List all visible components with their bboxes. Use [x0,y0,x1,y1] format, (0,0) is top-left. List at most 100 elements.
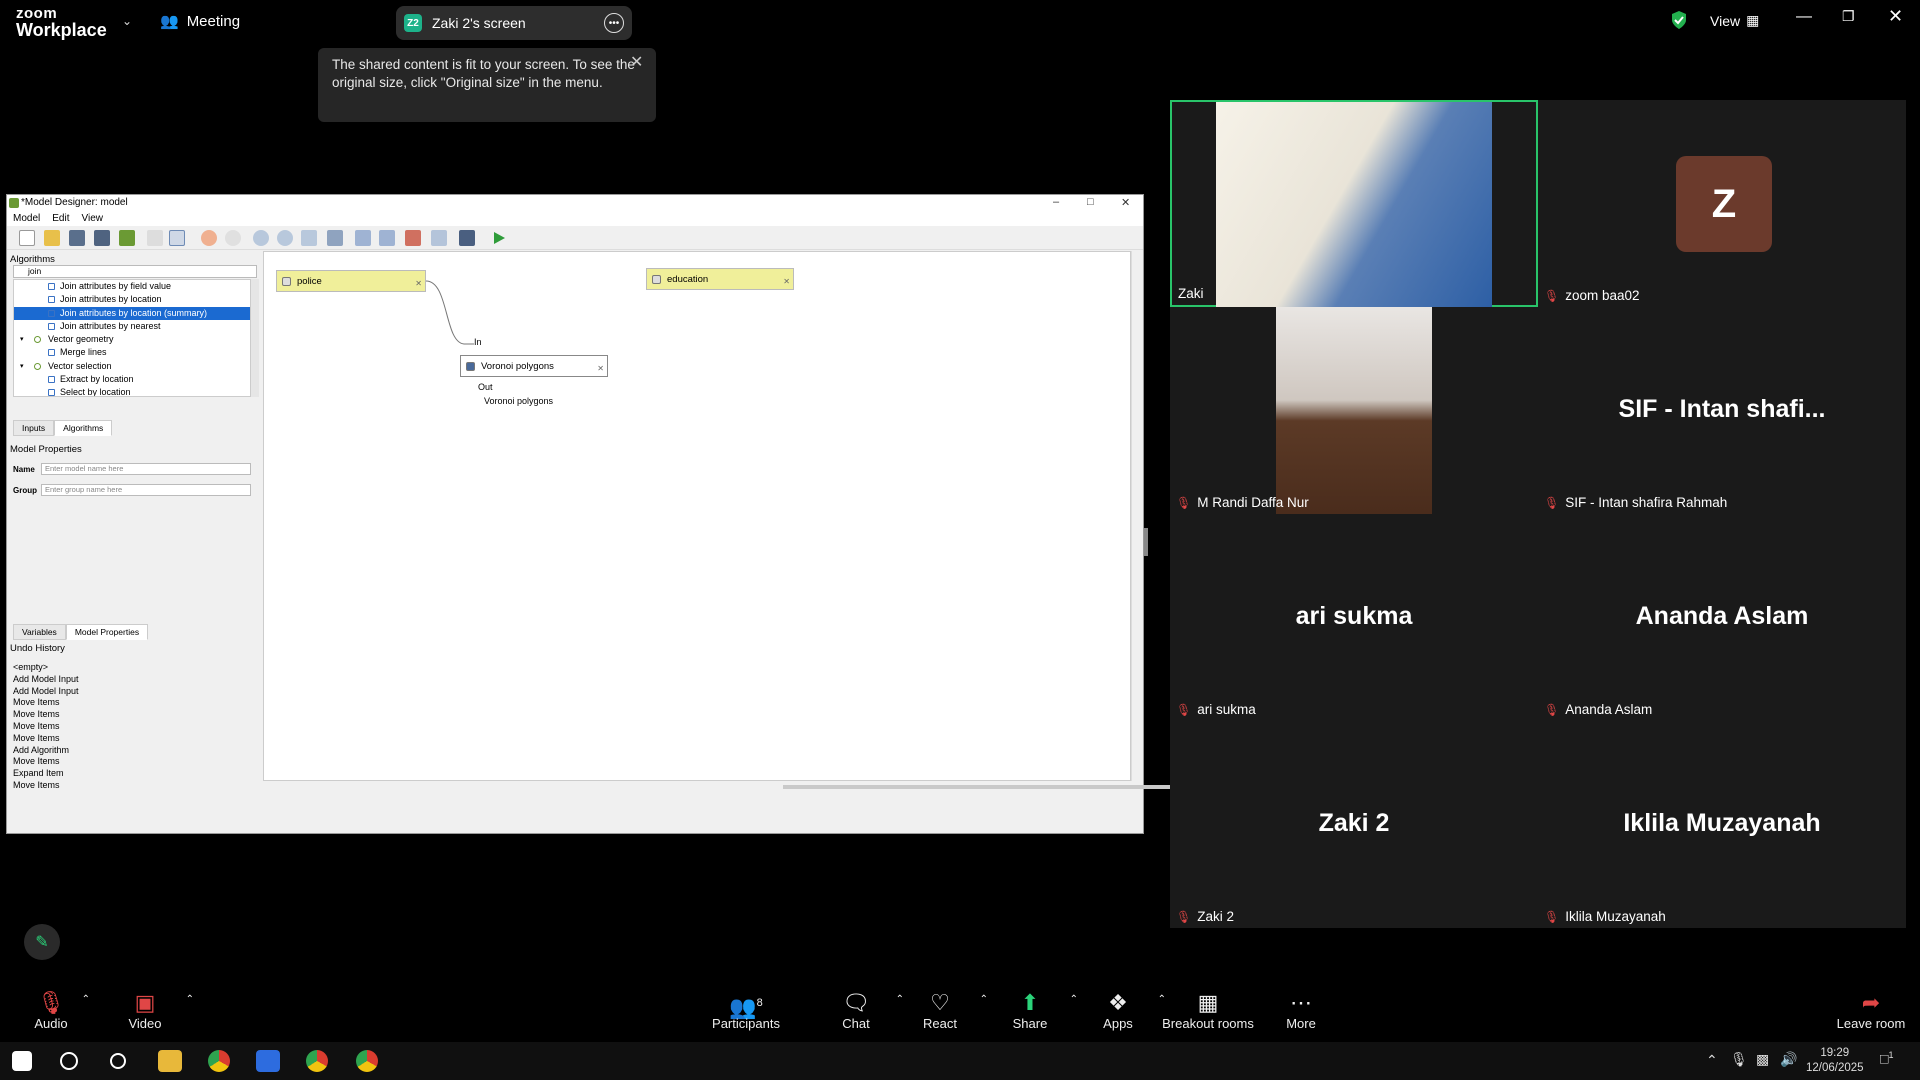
undo-item[interactable]: Move Items [13,709,259,721]
tab-algorithms[interactable]: Algorithms [54,420,113,436]
export-pdf-icon[interactable] [379,230,395,246]
algorithm-item[interactable]: Join attributes by nearest [14,320,250,333]
undo-item[interactable]: Expand Item [13,768,259,780]
undo-item[interactable]: <empty> [13,662,259,674]
video-button[interactable]: ▣ Video ⌃ [100,990,194,1031]
algorithm-item[interactable]: Join attributes by field value [14,280,250,293]
shared-screen-pill[interactable]: Z2 Zaki 2's screen ••• [396,6,632,40]
restore-icon[interactable]: ❐ [1842,8,1855,25]
participant-tile[interactable]: Ananda Aslam 🎙 Ananda Aslam [1538,514,1906,721]
windows-start-icon[interactable] [12,1051,32,1071]
qgis-close-icon[interactable]: ✕ [1121,196,1130,209]
undo-item[interactable]: Add Algorithm [13,745,259,757]
volume-icon[interactable]: 🔊 [1780,1051,1797,1073]
close-icon[interactable]: ✕ [1888,6,1903,27]
algorithm-tree[interactable]: Join attributes by field value Join attri… [13,279,251,397]
encryption-shield-icon[interactable] [1670,10,1688,30]
apps-button[interactable]: ❖ Apps ⌃ [1072,990,1166,1031]
input-node-education[interactable]: education ✕ [646,268,794,290]
cortana-icon[interactable] [110,1053,126,1069]
view-button[interactable]: View ▦ [1710,12,1759,29]
audio-button[interactable]: 🎙 Audio ⌃ [6,990,96,1031]
leave-room-button[interactable]: ➦ Leave room [1826,990,1916,1031]
undo-icon[interactable] [201,230,217,246]
microphone-icon[interactable]: 🎙 [1730,1051,1748,1073]
expand-arrow-icon[interactable]: ▾ [20,360,24,373]
model-canvas[interactable]: police ✕ education ✕ In Voronoi polygons… [263,251,1131,781]
annotate-pen-icon[interactable]: ✎ [24,924,60,960]
algorithm-group[interactable]: ▾ Vector geometry [14,333,250,346]
scroll-thumb[interactable] [783,785,1183,789]
panel-resize-handle[interactable] [1144,528,1148,556]
pan-hand-icon[interactable] [147,230,163,246]
tab-inputs[interactable]: Inputs [13,420,55,436]
select-pointer-icon[interactable] [169,230,185,246]
redo-icon[interactable] [225,230,241,246]
participant-tile[interactable]: ari sukma 🎙 ari sukma [1170,514,1538,721]
undo-item[interactable]: Add Model Input [13,674,259,686]
new-model-icon[interactable] [19,230,35,246]
algorithm-item[interactable]: Select by location [14,386,250,396]
node-remove-icon[interactable]: ✕ [783,271,790,293]
canvas-horizontal-scrollbar[interactable] [263,781,1183,793]
participant-tile[interactable]: Iklila Muzayanah 🎙 Iklila Muzayanah [1538,721,1906,928]
participant-tile[interactable]: SIF - Intan shafi... 🎙 SIF - Intan shafira… [1538,307,1906,514]
participant-tile[interactable]: Zaki 2 🎙 Zaki 2 [1170,721,1538,928]
react-button[interactable]: ♡ React ⌃ [894,990,988,1031]
zoom-out-icon[interactable] [277,230,293,246]
zoom-in-icon[interactable] [253,230,269,246]
save-as-icon[interactable] [94,230,110,246]
port-in-label[interactable]: In [474,337,482,347]
search-icon[interactable] [60,1052,78,1070]
model-group-field[interactable]: Enter group name here [41,484,251,496]
algorithm-tree-scrollbar[interactable] [251,279,259,397]
chrome-icon-3[interactable] [356,1050,378,1072]
breakout-rooms-button[interactable]: ▦ Breakout rooms [1158,990,1258,1031]
algorithm-group[interactable]: ▾ Vector selection [14,360,250,373]
tab-model-properties[interactable]: Model Properties [65,624,149,640]
algorithm-item[interactable]: Extract by location [14,373,250,386]
chevron-down-icon[interactable]: ⌄ [122,14,132,28]
export-image-icon[interactable] [355,230,371,246]
undo-item[interactable]: Move Items [13,733,259,745]
zoom-logo[interactable]: zoom Workplace [16,6,107,39]
network-icon[interactable]: ▩ [1756,1051,1769,1073]
expand-arrow-icon[interactable]: ▾ [20,333,24,346]
chrome-icon-2[interactable] [306,1050,328,1072]
notification-center-icon[interactable]: □1 [1880,1050,1893,1072]
port-out-label[interactable]: Out [478,382,493,392]
minimize-icon[interactable]: — [1796,8,1812,26]
undo-item[interactable]: Move Items [13,780,259,792]
save-model-icon[interactable] [69,230,85,246]
save-to-project-icon[interactable] [119,230,135,246]
model-name-field[interactable]: Enter model name here [41,463,251,475]
undo-item[interactable]: Move Items [13,697,259,709]
audio-options-caret-icon[interactable]: ⌃ [82,994,90,1005]
help-icon[interactable] [459,230,475,246]
menu-model[interactable]: Model [13,211,40,226]
menu-view[interactable]: View [81,211,103,226]
export-python-icon[interactable] [431,230,447,246]
meeting-menu-button[interactable]: 👥 Meeting [160,12,240,31]
algorithm-item[interactable]: Join attributes by location (summary) [14,306,250,320]
node-remove-icon[interactable]: ✕ [415,273,422,295]
algorithm-node-voronoi[interactable]: Voronoi polygons ✕ [460,355,608,377]
qgis-minimize-icon[interactable]: – [1053,196,1059,208]
tray-expand-icon[interactable]: ⌃ [1706,1052,1718,1074]
chrome-icon[interactable] [208,1050,230,1072]
input-node-police[interactable]: police ✕ [276,270,426,292]
run-model-icon[interactable] [491,230,507,246]
video-options-caret-icon[interactable]: ⌃ [186,994,194,1005]
qgis-maximize-icon[interactable]: □ [1087,196,1094,208]
zoom-actual-icon[interactable] [301,230,317,246]
zoom-taskbar-icon[interactable] [256,1050,280,1072]
participant-tile[interactable]: Z 🎙 zoom baa02 [1538,100,1906,307]
export-svg-icon[interactable] [405,230,421,246]
more-button[interactable]: ⋯ More [1256,990,1346,1031]
participant-tile[interactable]: Zaki [1170,100,1538,309]
node-remove-icon[interactable]: ✕ [597,358,604,380]
undo-item[interactable]: Move Items [13,721,259,733]
menu-edit[interactable]: Edit [52,211,69,226]
canvas-vertical-scrollbar[interactable] [1131,251,1143,781]
chat-button[interactable]: 🗨 Chat ⌃ [810,990,904,1031]
